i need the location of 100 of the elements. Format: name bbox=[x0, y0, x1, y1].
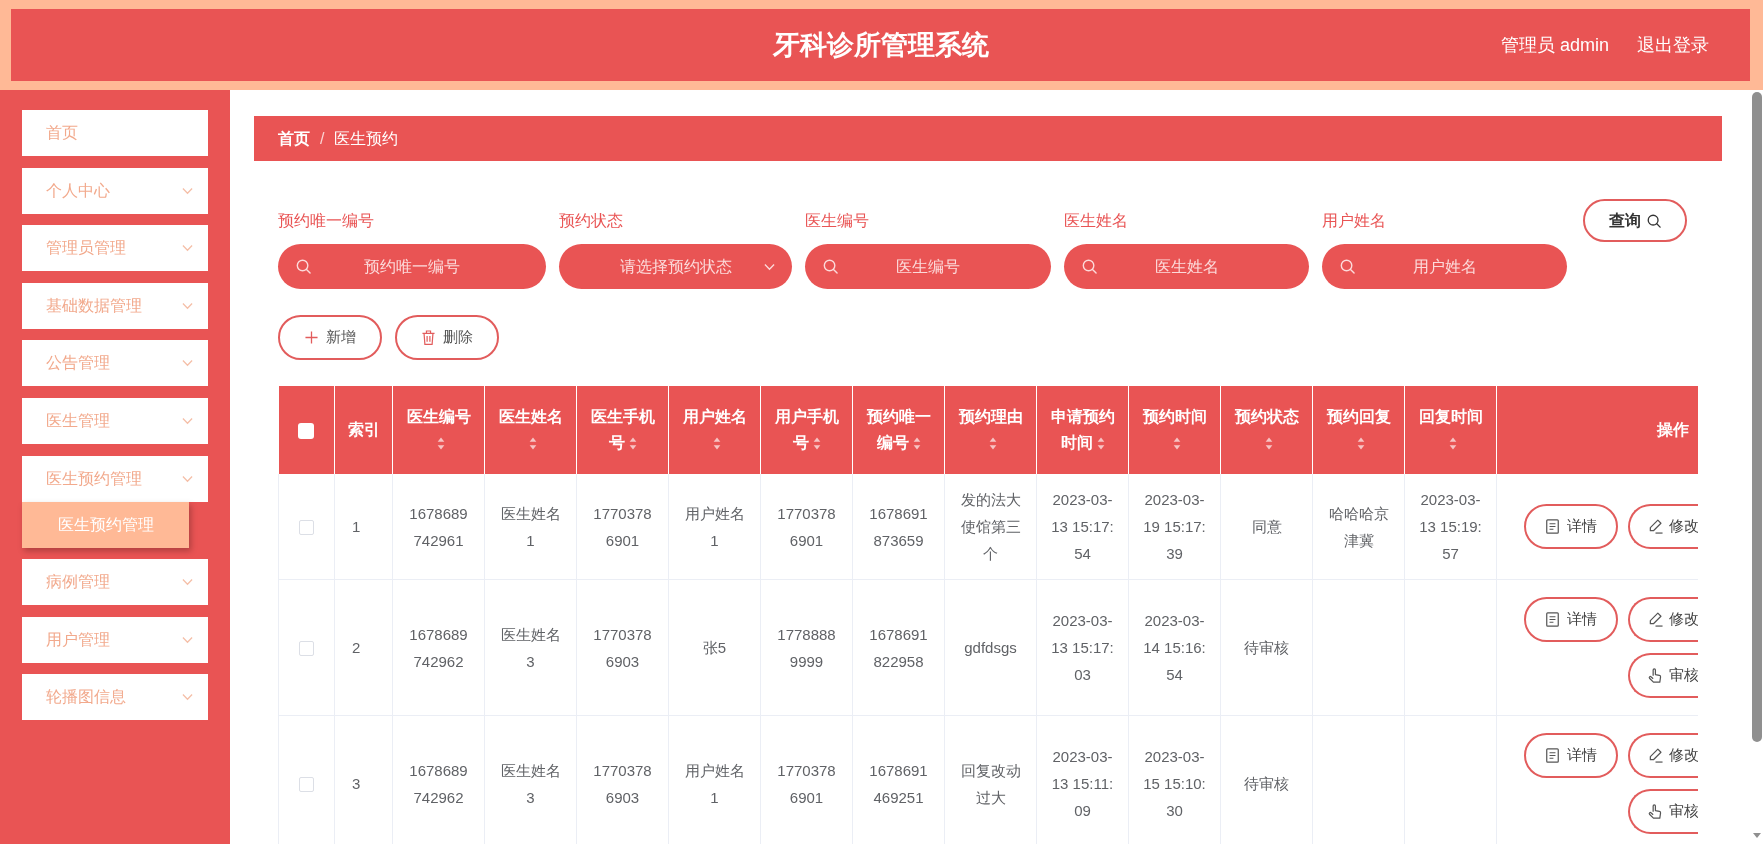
table-cell: 3 bbox=[334, 715, 393, 844]
sidebar-item[interactable]: 用户管理 bbox=[22, 616, 208, 663]
sidebar-item[interactable]: 医生管理 bbox=[22, 397, 208, 444]
search-icon bbox=[1082, 259, 1097, 274]
table-cell: 医生姓名3 bbox=[484, 579, 577, 716]
filter-label: 预约唯一编号 bbox=[278, 211, 375, 231]
text-field[interactable]: 用户姓名 bbox=[1322, 244, 1567, 289]
review-button[interactable]: 审核 bbox=[1628, 789, 1698, 834]
table-cell: 17703786901 bbox=[760, 715, 853, 844]
sidebar-item[interactable]: 公告管理 bbox=[22, 340, 208, 387]
add-button[interactable]: 新增 bbox=[278, 315, 382, 360]
breadcrumb-current: 医生预约 bbox=[334, 128, 399, 149]
search-icon bbox=[823, 259, 838, 274]
row-checkbox[interactable] bbox=[299, 640, 314, 656]
edit-button[interactable]: 修改 bbox=[1628, 597, 1698, 642]
chevron-down-icon bbox=[182, 416, 193, 425]
table-cell: 张5 bbox=[668, 579, 761, 716]
breadcrumb-link[interactable]: 首页 bbox=[278, 126, 310, 151]
column-header[interactable]: 回复时间 bbox=[1404, 386, 1497, 474]
table-cell: 1678691873659 bbox=[852, 474, 945, 580]
table-cell: 1678689742961 bbox=[392, 474, 485, 580]
table-cell: 1 bbox=[334, 474, 393, 580]
sort-icon bbox=[1096, 437, 1105, 450]
table-cell: 1678689742962 bbox=[392, 715, 485, 844]
table-cell: 2023-03-13 15:11:09 bbox=[1036, 715, 1129, 844]
sidebar-item[interactable]: 轮播图信息 bbox=[22, 674, 208, 721]
pencil-icon bbox=[1648, 612, 1663, 627]
sort-icon bbox=[988, 437, 997, 450]
document-icon bbox=[1545, 748, 1559, 763]
filter-label: 医生姓名 bbox=[1064, 211, 1129, 231]
column-header: 操作 bbox=[1496, 386, 1698, 474]
table-cell: 1678689742962 bbox=[392, 579, 485, 716]
table-cell: 待审核 bbox=[1220, 579, 1313, 716]
search-icon bbox=[1340, 259, 1355, 274]
column-header[interactable]: 医生编号 bbox=[392, 386, 485, 474]
column-header[interactable]: 用户姓名 bbox=[668, 386, 761, 474]
table-cell: 用户姓名1 bbox=[668, 715, 761, 844]
chevron-down-icon bbox=[182, 301, 193, 310]
status-select[interactable]: 请选择预约状态 bbox=[559, 244, 792, 289]
breadcrumb-separator: / bbox=[320, 128, 325, 149]
sort-icon bbox=[812, 437, 821, 450]
table-cell: 哈哈哈京津冀 bbox=[1312, 474, 1405, 580]
row-checkbox[interactable] bbox=[299, 776, 314, 792]
chevron-down-icon bbox=[182, 635, 193, 644]
scrollbar-thumb[interactable] bbox=[1751, 92, 1762, 742]
column-header[interactable]: 医生手机号 bbox=[576, 386, 669, 474]
sort-icon bbox=[1448, 437, 1457, 450]
column-header[interactable]: 预约唯一编号 bbox=[852, 386, 945, 474]
edit-button[interactable]: 修改 bbox=[1628, 733, 1698, 778]
pencil-icon bbox=[1648, 748, 1663, 763]
chevron-down-icon bbox=[182, 693, 193, 702]
sidebar-item[interactable]: 首页 bbox=[22, 110, 208, 156]
chevron-down-icon bbox=[182, 474, 193, 483]
sidebar-item[interactable]: 个人中心 bbox=[22, 167, 208, 214]
table-cell: 17703786903 bbox=[576, 579, 669, 716]
sort-icon bbox=[912, 437, 921, 450]
chevron-down-icon bbox=[182, 186, 193, 195]
detail-button[interactable]: 详情 bbox=[1524, 597, 1618, 642]
column-header[interactable]: 医生姓名 bbox=[484, 386, 577, 474]
detail-button[interactable]: 详情 bbox=[1524, 504, 1618, 549]
table-cell: 2023-03-13 15:17:54 bbox=[1036, 474, 1129, 580]
chevron-down-icon bbox=[182, 244, 193, 253]
row-checkbox[interactable] bbox=[299, 519, 314, 535]
sidebar-item[interactable]: 医生预约管理 bbox=[22, 455, 208, 502]
logout-link[interactable]: 退出登录 bbox=[1637, 31, 1709, 59]
sort-icon bbox=[436, 437, 445, 450]
table-cell: 2023-03-13 15:17:03 bbox=[1036, 579, 1129, 716]
table-cell: 17703786901 bbox=[760, 474, 853, 580]
text-field[interactable]: 医生编号 bbox=[805, 244, 1051, 289]
column-header[interactable]: 预约时间 bbox=[1128, 386, 1221, 474]
search-icon bbox=[1647, 213, 1661, 228]
sidebar-item[interactable]: 基础数据管理 bbox=[22, 282, 208, 329]
detail-button[interactable]: 详情 bbox=[1524, 733, 1618, 778]
column-header[interactable]: 用户手机号 bbox=[760, 386, 853, 474]
select-all-checkbox[interactable] bbox=[298, 422, 315, 439]
table-cell: 2 bbox=[334, 579, 393, 716]
sidebar-item[interactable]: 管理员管理 bbox=[22, 225, 208, 272]
chevron-down-icon bbox=[764, 263, 775, 271]
table-cell: 待审核 bbox=[1220, 715, 1313, 844]
edit-button[interactable]: 修改 bbox=[1628, 504, 1698, 549]
column-header[interactable]: 预约理由 bbox=[944, 386, 1037, 474]
scroll-down-arrow-icon bbox=[1752, 833, 1761, 838]
hand-icon bbox=[1648, 804, 1663, 819]
column-header[interactable]: 预约状态 bbox=[1220, 386, 1313, 474]
text-field[interactable]: 医生姓名 bbox=[1064, 244, 1309, 289]
table-cell: 1678691469251 bbox=[852, 715, 945, 844]
column-header[interactable]: 预约回复 bbox=[1312, 386, 1405, 474]
sidebar-item[interactable]: 病例管理 bbox=[22, 559, 208, 606]
sort-icon bbox=[628, 437, 637, 450]
table-cell: 2023-03-19 15:17:39 bbox=[1128, 474, 1221, 580]
review-button[interactable]: 审核 bbox=[1628, 653, 1698, 698]
text-field[interactable]: 预约唯一编号 bbox=[278, 244, 546, 289]
hand-icon bbox=[1648, 668, 1663, 683]
column-header[interactable]: 申请预约时间 bbox=[1036, 386, 1129, 474]
search-button[interactable]: 查询 bbox=[1583, 199, 1687, 242]
filter-label: 医生编号 bbox=[805, 211, 870, 231]
table-cell: 1678691822958 bbox=[852, 579, 945, 716]
delete-button[interactable]: 删除 bbox=[395, 315, 499, 360]
table-cell: 同意 bbox=[1220, 474, 1313, 580]
filter-label: 预约状态 bbox=[559, 211, 624, 231]
